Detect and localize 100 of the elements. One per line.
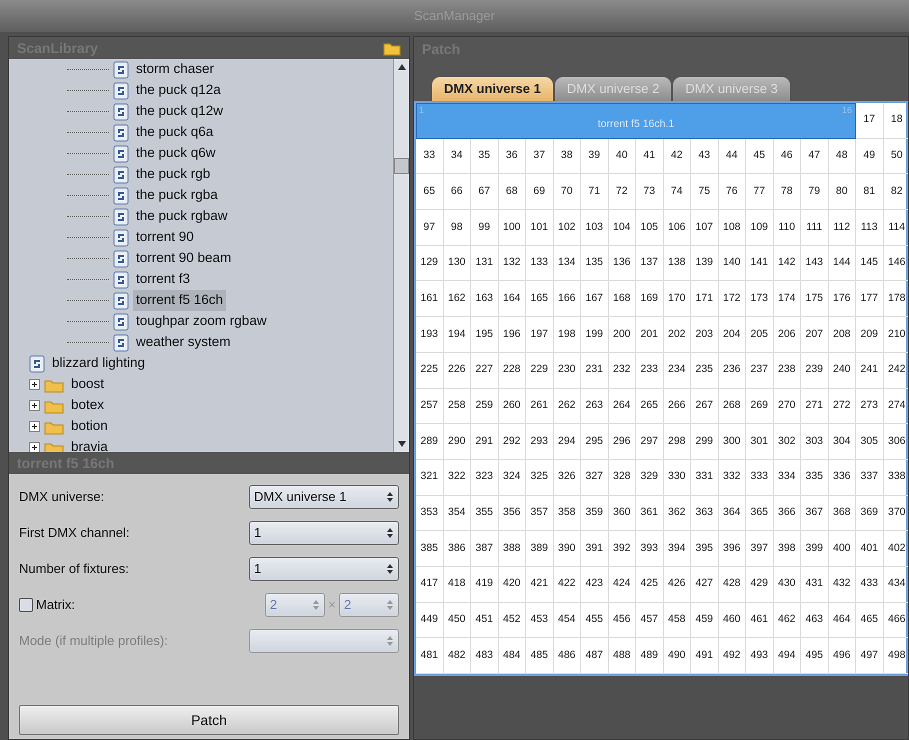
channel-cell[interactable]: 459 <box>691 602 718 638</box>
channel-cell[interactable]: 130 <box>444 246 471 282</box>
channel-cell[interactable]: 337 <box>856 460 884 496</box>
channel-cell[interactable]: 44 <box>718 138 746 174</box>
channel-cell[interactable]: 432 <box>828 566 856 603</box>
channel-cell[interactable]: 400 <box>828 531 856 567</box>
channel-cell[interactable]: 295 <box>581 424 608 460</box>
spinner-arrows-icon[interactable] <box>386 527 394 539</box>
channel-cell[interactable]: 430 <box>774 566 801 603</box>
channel-cell[interactable]: 325 <box>526 460 554 496</box>
channel-cell[interactable]: 162 <box>444 281 471 318</box>
channel-cell[interactable]: 81 <box>856 174 884 210</box>
channel-cell[interactable]: 324 <box>498 460 526 496</box>
channel-cell[interactable]: 161 <box>416 281 444 318</box>
channel-cell[interactable]: 483 <box>471 638 498 674</box>
channel-cell[interactable]: 299 <box>691 424 718 460</box>
channel-cell[interactable]: 207 <box>801 317 828 353</box>
channel-cell[interactable]: 70 <box>554 174 581 210</box>
channel-cell[interactable]: 45 <box>746 138 774 174</box>
spin-box[interactable]: 1 <box>249 557 399 581</box>
channel-cell[interactable]: 270 <box>774 388 801 424</box>
channel-cell[interactable]: 145 <box>856 246 884 282</box>
channel-cell[interactable]: 68 <box>498 174 526 210</box>
channel-cell[interactable]: 305 <box>856 424 884 460</box>
channel-cell[interactable]: 419 <box>471 566 498 603</box>
channel-cell[interactable]: 418 <box>444 566 471 603</box>
channel-cell[interactable]: 204 <box>718 317 746 353</box>
channel-cell[interactable]: 363 <box>691 496 718 532</box>
channel-cell[interactable]: 321 <box>416 460 444 496</box>
tree-item[interactable]: botion <box>68 416 111 437</box>
channel-cell[interactable]: 330 <box>664 460 691 496</box>
channel-cell[interactable]: 175 <box>801 281 828 318</box>
channel-cell[interactable]: 226 <box>444 352 471 388</box>
channel-cell[interactable]: 496 <box>828 638 856 674</box>
channel-cell[interactable]: 355 <box>471 496 498 532</box>
channel-cell[interactable]: 322 <box>444 460 471 496</box>
channel-cell[interactable]: 360 <box>608 496 636 532</box>
channel-cell[interactable]: 174 <box>774 281 801 318</box>
channel-cell[interactable]: 395 <box>691 531 718 567</box>
channel-cell[interactable]: 328 <box>608 460 636 496</box>
channel-cell[interactable]: 240 <box>828 352 856 388</box>
channel-cell[interactable]: 78 <box>774 174 801 210</box>
tree-item[interactable]: bravia <box>68 437 111 452</box>
channel-cell[interactable]: 494 <box>774 638 801 674</box>
channel-cell[interactable]: 206 <box>774 317 801 353</box>
channel-cell[interactable]: 169 <box>636 281 664 318</box>
scroll-thumb[interactable] <box>394 158 409 174</box>
channel-cell[interactable]: 301 <box>746 424 774 460</box>
channel-cell[interactable]: 107 <box>691 210 718 246</box>
channel-cell[interactable]: 357 <box>526 496 554 532</box>
channel-cell[interactable]: 263 <box>581 388 608 424</box>
channel-cell[interactable]: 458 <box>664 602 691 638</box>
channel-cell[interactable]: 300 <box>718 424 746 460</box>
channel-cell[interactable]: 268 <box>718 388 746 424</box>
channel-cell[interactable]: 304 <box>828 424 856 460</box>
tree-item[interactable]: toughpar zoom rgbaw <box>133 311 270 332</box>
channel-cell[interactable]: 197 <box>526 317 554 353</box>
channel-cell[interactable]: 73 <box>636 174 664 210</box>
channel-cell[interactable]: 267 <box>691 388 718 424</box>
channel-cell[interactable]: 369 <box>856 496 884 532</box>
channel-cell[interactable]: 164 <box>498 281 526 318</box>
tree-item[interactable]: blizzard lighting <box>49 353 148 374</box>
expand-icon[interactable] <box>29 421 40 432</box>
channel-cell[interactable]: 298 <box>664 424 691 460</box>
channel-cell[interactable]: 167 <box>581 281 608 318</box>
channel-cell[interactable]: 302 <box>774 424 801 460</box>
tree-item[interactable]: storm chaser <box>133 59 218 80</box>
channel-cell[interactable]: 49 <box>856 138 884 174</box>
channel-cell[interactable]: 225 <box>416 352 444 388</box>
channel-cell[interactable]: 168 <box>608 281 636 318</box>
channel-cell[interactable]: 36 <box>498 138 526 174</box>
channel-cell[interactable]: 329 <box>636 460 664 496</box>
channel-cell[interactable]: 76 <box>718 174 746 210</box>
channel-cell[interactable]: 74 <box>664 174 691 210</box>
channel-cell[interactable]: 393 <box>636 531 664 567</box>
channel-cell[interactable]: 335 <box>801 460 828 496</box>
channel-cell[interactable]: 228 <box>498 352 526 388</box>
channel-cell[interactable]: 232 <box>608 352 636 388</box>
channel-cell[interactable]: 98 <box>444 210 471 246</box>
channel-cell[interactable]: 77 <box>746 174 774 210</box>
tab[interactable]: DMX universe 1 <box>432 77 553 101</box>
channel-cell[interactable]: 401 <box>856 531 884 567</box>
tree-item[interactable]: the puck rgba <box>133 185 221 206</box>
channel-cell[interactable]: 101 <box>526 210 554 246</box>
channel-cell[interactable]: 177 <box>856 281 884 318</box>
channel-cell[interactable]: 356 <box>498 496 526 532</box>
channel-cell[interactable]: 202 <box>664 317 691 353</box>
channel-cell[interactable]: 259 <box>471 388 498 424</box>
spinner-arrows-icon[interactable] <box>386 491 394 503</box>
tree-item[interactable]: torrent f3 <box>133 269 194 290</box>
channel-cell[interactable]: 18 <box>884 103 908 139</box>
channel-cell[interactable]: 456 <box>608 602 636 638</box>
channel-cell[interactable]: 131 <box>471 246 498 282</box>
channel-cell[interactable]: 420 <box>498 566 526 603</box>
channel-cell[interactable]: 394 <box>664 531 691 567</box>
channel-cell[interactable]: 327 <box>581 460 608 496</box>
channel-cell[interactable]: 306 <box>884 424 908 460</box>
channel-cell[interactable]: 262 <box>554 388 581 424</box>
channel-cell[interactable]: 129 <box>416 246 444 282</box>
channel-cell[interactable]: 40 <box>608 138 636 174</box>
